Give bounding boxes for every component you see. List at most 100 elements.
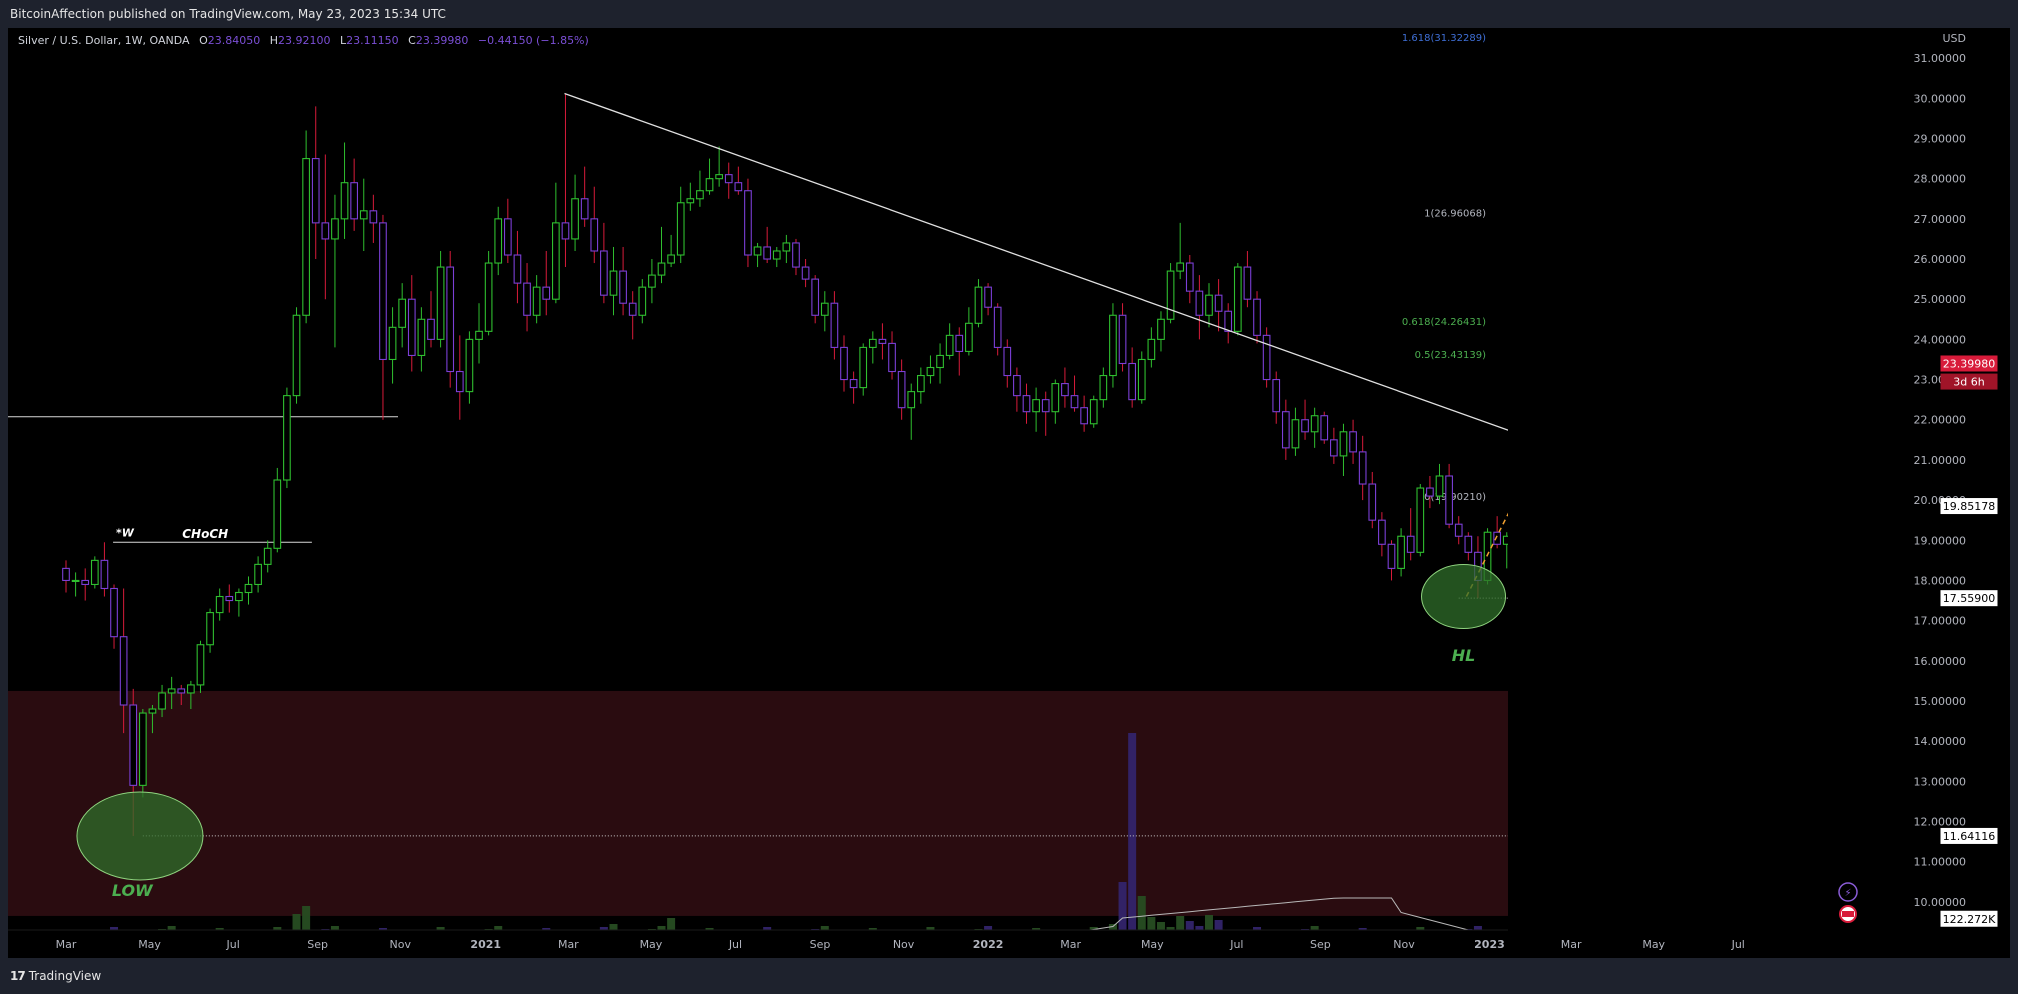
x-tick-label: Sep: [307, 938, 328, 951]
candle-body: [657, 262, 666, 276]
candle-body: [1301, 419, 1309, 433]
y-tick-label: 30.00000: [1914, 92, 1967, 105]
candle-body: [100, 559, 109, 590]
candle-body: [206, 612, 214, 646]
axis-currency-label: USD: [1942, 32, 1966, 45]
candle-body: [292, 314, 301, 397]
candle-body: [1406, 535, 1415, 553]
low-label: LOW: [112, 881, 154, 900]
candle-body: [148, 708, 157, 714]
y-tick-label: 12.00000: [1914, 816, 1967, 829]
candle-body: [955, 334, 964, 352]
candle-body: [1426, 487, 1434, 497]
candle-body: [359, 210, 368, 220]
price-label-text: 23.39980: [1943, 357, 1996, 370]
candle-body: [926, 366, 935, 377]
publisher-line: BitcoinAffection published on TradingVie…: [10, 7, 446, 21]
candle-body: [1454, 523, 1463, 537]
candle-body: [446, 266, 455, 373]
y-tick-label: 17.00000: [1914, 615, 1967, 628]
candle-body: [1253, 298, 1261, 336]
candle-body: [1464, 535, 1473, 553]
candle-body: [90, 559, 99, 586]
candle-body: [158, 692, 166, 710]
choch-left-label: CHoCH: [182, 527, 228, 541]
y-tick-label: 13.00000: [1914, 775, 1967, 788]
x-tick-label: Nov: [390, 938, 412, 951]
candle-body: [254, 563, 262, 586]
y-tick-label: 11.00000: [1914, 856, 1967, 869]
candle-body: [792, 242, 800, 268]
symbol-legend: Silver / U.S. Dollar, 1W, OANDA O23.8405…: [18, 34, 589, 47]
candle-body: [138, 712, 147, 786]
candle-body: [1233, 266, 1242, 332]
candle-body: [1128, 362, 1137, 401]
candle-body: [936, 354, 944, 369]
candle-body: [407, 298, 416, 357]
candle-body: [600, 250, 608, 296]
candle-body: [1051, 383, 1060, 413]
candle-body: [552, 222, 560, 300]
candle-body: [225, 595, 234, 602]
candle-body: [1262, 334, 1271, 381]
price-chart[interactable]: 1.618(31.32289) 1(26.96068) 0.618(24.26431…: [8, 28, 2010, 958]
candle-body: [273, 479, 282, 549]
candle-body: [676, 202, 685, 256]
candle-body: [859, 346, 868, 389]
x-tick-label: Mar: [1561, 938, 1582, 951]
close-value: 23.39980: [415, 34, 469, 47]
x-tick-label: Nov: [893, 938, 915, 951]
y-tick-label: 24.00000: [1914, 333, 1967, 346]
candle-body: [619, 270, 627, 304]
y-tick-label: 22.00000: [1914, 414, 1967, 427]
candle-body: [321, 222, 330, 240]
fib-level-label: 0.618(24.26431): [1402, 317, 1486, 328]
candle-body: [379, 222, 387, 361]
high-value: 23.92100: [278, 34, 331, 47]
candle-body: [830, 302, 839, 348]
candle-body: [1243, 266, 1252, 300]
y-tick-label: 29.00000: [1914, 132, 1967, 145]
candle-body: [888, 342, 896, 373]
x-tick-label: 2022: [973, 938, 1004, 951]
candle-body: [1358, 451, 1367, 485]
candle-body: [1195, 290, 1204, 316]
candle-body: [532, 286, 541, 316]
candle-body: [388, 326, 397, 361]
candle-body: [1032, 399, 1040, 413]
candle-body: [311, 158, 320, 224]
price-label-text: 17.55900: [1943, 592, 1996, 605]
candle-body: [811, 278, 820, 316]
volume-bar: [1128, 733, 1137, 948]
candle-body: [1003, 346, 1012, 377]
chart-area[interactable]: 1.618(31.32289) 1(26.96068) 0.618(24.26431…: [8, 28, 2010, 958]
y-tick-label: 25.00000: [1914, 293, 1967, 306]
x-tick-label: Jul: [1731, 938, 1745, 951]
candle-body: [571, 198, 579, 240]
candle-body: [696, 190, 704, 200]
alert-icon-glyph: ⚡: [1844, 888, 1851, 899]
open-label: O: [199, 34, 208, 47]
candle-body: [1147, 338, 1156, 361]
candle-body: [705, 178, 714, 192]
candle-body: [398, 298, 407, 328]
candle-body: [609, 270, 618, 296]
candle-body: [1118, 314, 1127, 365]
candle-body: [1214, 294, 1223, 312]
candle-body: [1176, 262, 1185, 272]
candle-body: [436, 266, 445, 340]
candle-body: [715, 174, 723, 180]
x-tick-label: May: [1642, 938, 1665, 951]
candle-body: [110, 587, 118, 638]
fib-level-label: 1.618(31.32289): [1402, 33, 1486, 44]
fib-level-label: 1(26.96068): [1424, 208, 1486, 219]
x-tick-label: Sep: [1310, 938, 1331, 951]
tradingview-mark-icon: 17: [10, 969, 26, 983]
candle-body: [1378, 519, 1386, 545]
publisher-bar: BitcoinAffection published on TradingVie…: [0, 0, 2018, 28]
candle-body: [840, 346, 848, 381]
candle-body: [1185, 262, 1194, 292]
candle-body: [503, 218, 512, 256]
tradingview-logo[interactable]: 17 TradingView: [10, 969, 101, 983]
candle-body: [455, 370, 464, 393]
